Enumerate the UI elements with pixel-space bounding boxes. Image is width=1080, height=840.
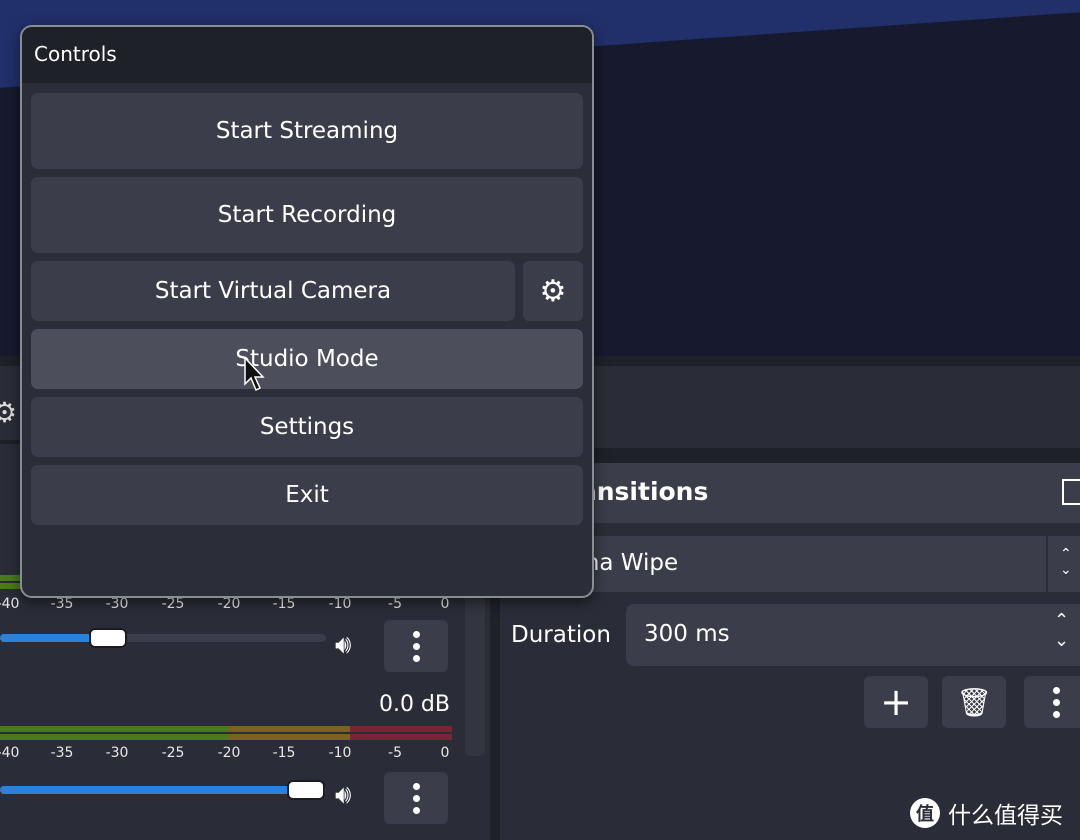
studio-mode-button[interactable]: Studio Mode: [31, 329, 583, 389]
speaker-icon[interactable]: 🔊︎: [335, 630, 351, 661]
meter-tick-label: -30: [105, 596, 129, 612]
more-icon: [412, 630, 420, 662]
spin-down-icon[interactable]: ⌄: [1054, 630, 1069, 651]
trash-icon: 🗑︎: [956, 685, 992, 719]
meter-tick-label: -40: [0, 745, 20, 761]
volume-slider[interactable]: [0, 628, 326, 648]
meter-tick-label: -15: [272, 745, 296, 761]
exit-button[interactable]: Exit: [31, 465, 583, 525]
meter-tick-label: 0: [440, 596, 450, 612]
meter-tick-label: -5: [388, 596, 402, 612]
start-recording-button[interactable]: Start Recording: [31, 177, 583, 253]
remove-transition-button[interactable]: 🗑︎: [942, 676, 1006, 728]
transition-menu-button[interactable]: [1024, 676, 1080, 728]
watermark: 值 什么值得买: [910, 796, 1063, 830]
db-readout: 0.0 dB: [378, 692, 450, 717]
speaker-icon[interactable]: 🔊︎: [335, 780, 351, 811]
meter-tick-label: -30: [105, 745, 129, 761]
chevron-updown-icon[interactable]: ⌃ ⌄: [1060, 546, 1072, 578]
duration-label: Duration: [511, 622, 611, 648]
add-transition-button[interactable]: +: [864, 676, 928, 728]
start-virtual-camera-button[interactable]: Start Virtual Camera: [31, 261, 515, 321]
meter-tick-label: -25: [161, 596, 185, 612]
plus-icon: +: [880, 680, 912, 724]
meter-tick-label: -25: [161, 745, 185, 761]
duration-spinbox[interactable]: 300 ms ⌃ ⌄: [626, 604, 1080, 666]
slider-handle[interactable]: [89, 628, 127, 648]
more-icon: [412, 782, 420, 814]
settings-button[interactable]: Settings: [31, 397, 583, 457]
dock-title: Controls: [22, 27, 592, 83]
controls-dock: Controls Start Streaming Start Recording…: [20, 25, 594, 598]
meter-tick-label: -20: [217, 745, 241, 761]
meter-tick-label: -35: [50, 596, 74, 612]
mixer-menu-button[interactable]: [384, 620, 448, 672]
slider-handle[interactable]: [287, 780, 325, 800]
meter-tick-label: -35: [50, 745, 74, 761]
more-icon: [1052, 686, 1060, 718]
meter-tick-label: -20: [217, 596, 241, 612]
meter-tick-label: -40: [0, 596, 20, 612]
mixer-menu-button[interactable]: [384, 772, 448, 824]
virtual-camera-settings-button[interactable]: ⚙: [523, 261, 583, 321]
start-streaming-button[interactable]: Start Streaming: [31, 93, 583, 169]
gear-icon[interactable]: ⚙: [0, 396, 17, 429]
audio-meter: [0, 726, 228, 732]
meter-tick-label: -5: [388, 745, 402, 761]
meter-tick-label: -10: [328, 596, 352, 612]
spin-up-icon[interactable]: ⌃: [1054, 610, 1069, 631]
meter-tick-label: 0: [440, 745, 450, 761]
mouse-cursor-icon: [244, 357, 265, 392]
undock-icon[interactable]: [1062, 479, 1080, 505]
volume-slider[interactable]: [0, 780, 326, 800]
meter-tick-label: -10: [328, 745, 352, 761]
meter-tick-label: -15: [272, 596, 296, 612]
gear-icon: ⚙: [539, 273, 567, 309]
